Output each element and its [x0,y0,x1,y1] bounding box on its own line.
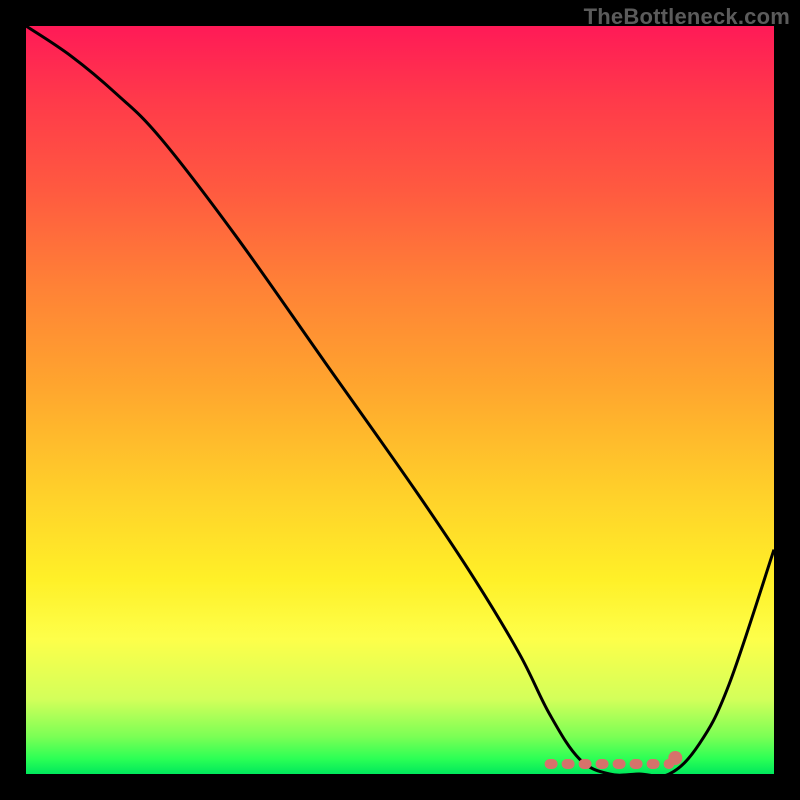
curve-layer [26,26,774,774]
plot-area [26,26,774,774]
chart-frame: TheBottleneck.com [0,0,800,800]
curve-svg [26,26,774,774]
bottleneck-curve [26,26,774,774]
flat-region-end-dot [668,751,682,765]
